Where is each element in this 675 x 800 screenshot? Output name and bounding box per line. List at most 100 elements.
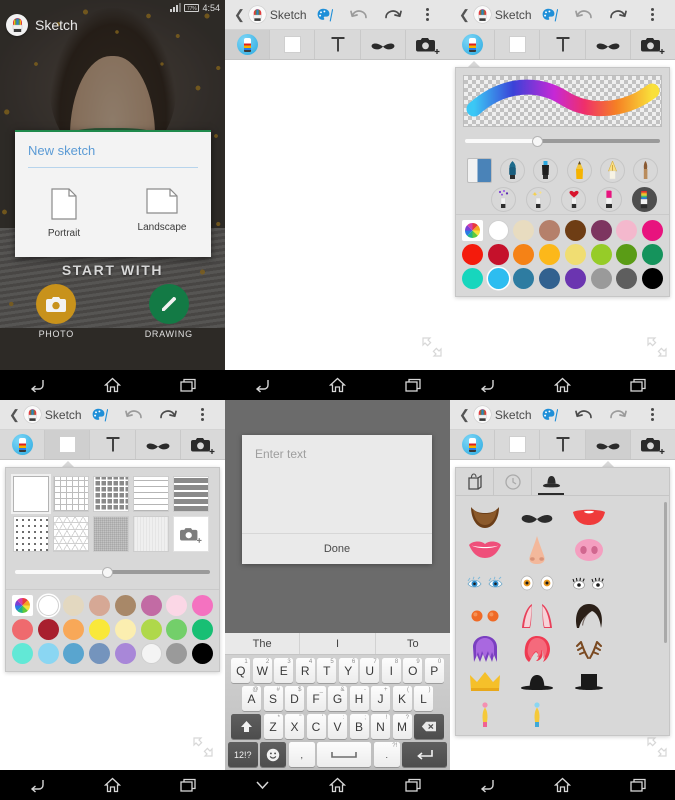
sticker-nose[interactable]	[511, 533, 563, 566]
nav-home-icon[interactable]	[329, 777, 347, 793]
sticker-orange-cheeks[interactable]	[459, 599, 511, 632]
undo-icon[interactable]	[117, 400, 151, 430]
tool-stickers[interactable]	[586, 30, 631, 59]
drawing-canvas-2[interactable]	[225, 61, 450, 370]
sticker-devil-horns[interactable]	[511, 599, 563, 632]
swatch-peach[interactable]	[63, 619, 85, 640]
swatch-light-blue[interactable]	[37, 643, 59, 664]
brush-sparkle-spray[interactable]	[526, 187, 552, 212]
brush-lipstick[interactable]	[596, 187, 622, 212]
swatch-dark-red[interactable]	[37, 619, 59, 640]
undo-icon[interactable]	[567, 400, 601, 430]
swatch-green[interactable]	[616, 244, 638, 265]
sticker-tab-store[interactable]	[456, 468, 494, 495]
key-V[interactable]: :V	[328, 714, 347, 739]
key-Z[interactable]: * Z	[263, 714, 283, 739]
key-A[interactable]: @ A	[242, 686, 261, 711]
resize-diagonal-icon[interactable]	[193, 737, 213, 762]
sticker-pig-snout[interactable]	[563, 533, 615, 566]
brush-eraser[interactable]	[467, 158, 493, 183]
swatch-pink-light[interactable]	[616, 220, 638, 241]
sticker-purple-hair[interactable]	[459, 632, 511, 665]
key-M[interactable]: ? M	[392, 714, 412, 739]
swatch-light-green[interactable]	[166, 619, 188, 640]
swatch-aqua[interactable]	[12, 643, 33, 664]
swatch-beige[interactable]	[63, 595, 85, 616]
color-wheel-icon[interactable]	[462, 220, 483, 241]
redo-icon[interactable]	[151, 400, 185, 430]
swatch-lime[interactable]	[140, 619, 162, 640]
swatch-rose-tan[interactable]	[89, 595, 111, 616]
nav-back-icon[interactable]	[479, 378, 496, 393]
key-X[interactable]: " X	[285, 714, 304, 739]
nav-home-icon[interactable]	[554, 377, 572, 393]
nav-recents-icon[interactable]	[180, 778, 196, 793]
text-input-field[interactable]: Enter text	[242, 435, 432, 533]
tool-stickers[interactable]	[361, 30, 406, 59]
brush-heart-stamp[interactable]	[561, 187, 587, 212]
sticker-pink-feather[interactable]	[459, 698, 511, 731]
nav-home-icon[interactable]	[104, 377, 122, 393]
tool-brush[interactable]	[225, 30, 271, 59]
swatch-grey[interactable]	[166, 643, 188, 664]
swatch-blush[interactable]	[166, 595, 188, 616]
swatch-tan[interactable]	[539, 220, 561, 241]
slider-knob[interactable]	[101, 566, 113, 578]
undo-icon[interactable]	[342, 0, 376, 30]
texture-wide-lines[interactable]	[133, 476, 169, 512]
nav-recents-icon[interactable]	[630, 778, 646, 793]
swatch-purple[interactable]	[564, 268, 586, 289]
tool-text[interactable]	[540, 430, 586, 459]
swatch-orchid[interactable]	[140, 595, 162, 616]
suggestion-3[interactable]: To	[376, 633, 450, 654]
tool-background[interactable]	[495, 30, 541, 59]
key-G[interactable]: & G	[328, 686, 347, 711]
swatch-white-selected[interactable]	[37, 595, 59, 616]
nav-recents-icon[interactable]	[630, 378, 646, 393]
redo-icon[interactable]	[601, 400, 635, 430]
swatch-white[interactable]	[487, 220, 509, 241]
redo-icon[interactable]	[376, 0, 410, 30]
key-Y[interactable]: 6Y	[338, 658, 358, 683]
swatch-sky-selected[interactable]	[487, 268, 509, 289]
tool-text[interactable]	[90, 430, 136, 459]
swatch-black[interactable]	[641, 268, 663, 289]
enter-key[interactable]	[402, 742, 448, 767]
tool-photo[interactable]	[631, 30, 675, 59]
brush-pencil[interactable]	[566, 158, 592, 183]
shift-key[interactable]	[231, 714, 261, 739]
sticker-tab-faces[interactable]	[532, 468, 570, 495]
sticker-open-mouth-red[interactable]	[563, 500, 615, 533]
brush-rainbow-selected[interactable]	[631, 187, 657, 212]
brush-calligraphy-pen[interactable]	[599, 158, 625, 183]
swatch-yellow[interactable]	[564, 244, 586, 265]
swatch-blue[interactable]	[63, 643, 85, 664]
key-T[interactable]: 5T	[317, 658, 337, 683]
palette-icon[interactable]	[83, 400, 117, 430]
swatch-yellow[interactable]	[89, 619, 111, 640]
key-U[interactable]: 7U	[360, 658, 380, 683]
tool-text[interactable]	[315, 30, 361, 59]
tool-background[interactable]	[45, 430, 91, 459]
key-Q[interactable]: 1Q	[231, 658, 251, 683]
texture-dotted[interactable]	[13, 516, 49, 552]
brush-highlighter-black[interactable]	[533, 158, 559, 183]
swatch-navy[interactable]	[539, 268, 561, 289]
nav-back-icon[interactable]	[29, 378, 46, 393]
swatch-magenta[interactable]	[641, 220, 663, 241]
suggestion-2[interactable]: I	[300, 633, 376, 654]
start-drawing-button[interactable]: DRAWING	[113, 284, 226, 339]
tool-background[interactable]	[495, 430, 541, 459]
swatch-slate-blue[interactable]	[89, 643, 111, 664]
color-wheel-icon[interactable]	[12, 595, 33, 616]
overflow-menu-icon[interactable]	[635, 0, 669, 30]
nav-back-icon[interactable]	[29, 778, 46, 793]
swatch-plum[interactable]	[590, 220, 612, 241]
swatch-brown[interactable]	[564, 220, 586, 241]
brush-paint-brush[interactable]	[632, 158, 658, 183]
texture-light-paper[interactable]	[133, 516, 169, 552]
numeric-key[interactable]: 12!?	[227, 742, 258, 767]
nav-home-icon[interactable]	[104, 777, 122, 793]
brush-confetti-spray[interactable]	[491, 187, 517, 212]
emoji-key[interactable]	[260, 742, 287, 767]
